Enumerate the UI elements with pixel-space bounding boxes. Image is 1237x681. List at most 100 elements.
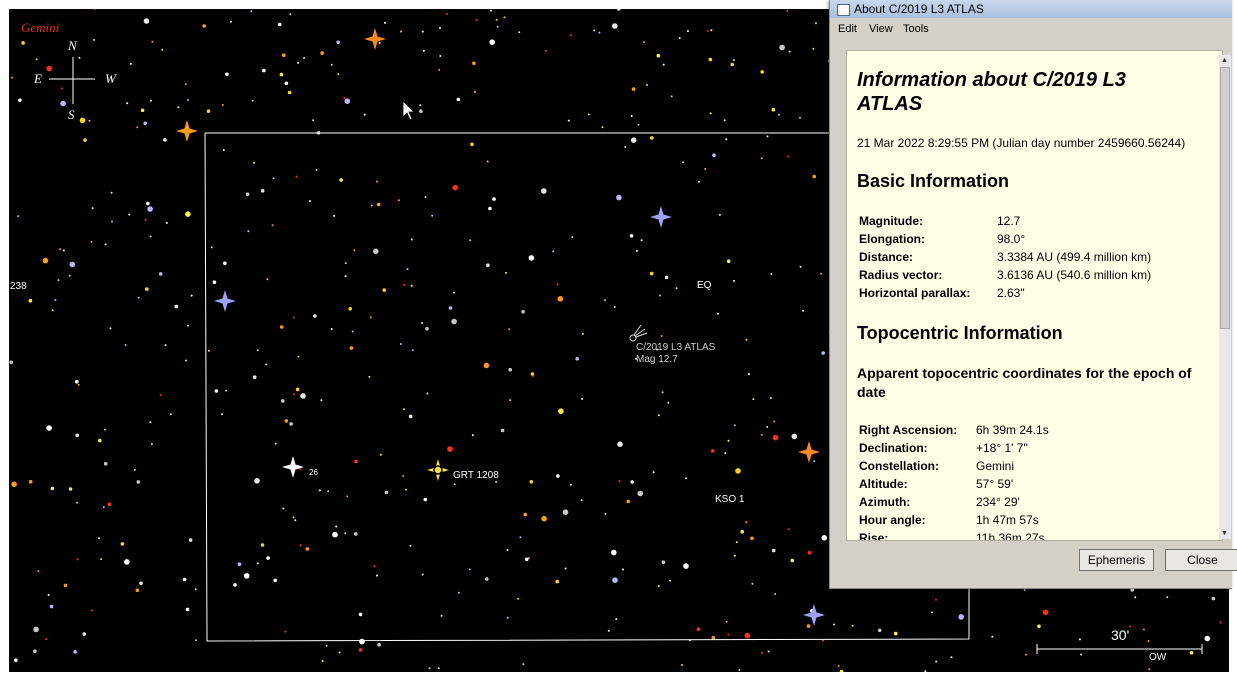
eq-label[interactable]: EQ bbox=[697, 280, 711, 291]
star[interactable] bbox=[552, 250, 555, 253]
star[interactable] bbox=[541, 515, 547, 522]
star[interactable] bbox=[544, 49, 547, 52]
star[interactable] bbox=[50, 486, 55, 491]
star[interactable] bbox=[129, 62, 132, 65]
star[interactable] bbox=[98, 438, 102, 443]
star[interactable] bbox=[617, 9, 621, 11]
star[interactable] bbox=[182, 577, 187, 582]
star[interactable] bbox=[470, 142, 474, 147]
star[interactable] bbox=[370, 204, 373, 207]
star[interactable] bbox=[445, 12, 448, 15]
star[interactable] bbox=[483, 362, 490, 369]
star[interactable] bbox=[344, 532, 347, 535]
star[interactable] bbox=[1142, 628, 1145, 631]
star[interactable] bbox=[732, 59, 735, 62]
star[interactable] bbox=[382, 288, 387, 292]
star[interactable] bbox=[284, 630, 287, 633]
star[interactable] bbox=[337, 73, 340, 76]
star[interactable] bbox=[14, 658, 18, 662]
star[interactable] bbox=[277, 22, 282, 27]
star[interactable] bbox=[802, 309, 805, 312]
star[interactable] bbox=[403, 283, 406, 286]
star[interactable] bbox=[761, 652, 763, 654]
star[interactable] bbox=[495, 481, 498, 483]
star[interactable] bbox=[428, 667, 431, 670]
star[interactable] bbox=[669, 579, 672, 582]
star[interactable] bbox=[575, 357, 579, 361]
star[interactable] bbox=[950, 656, 953, 659]
star[interactable] bbox=[104, 243, 107, 246]
star[interactable] bbox=[774, 593, 777, 595]
star[interactable] bbox=[128, 213, 131, 216]
star[interactable] bbox=[500, 428, 505, 433]
star[interactable] bbox=[471, 434, 474, 437]
star[interactable] bbox=[103, 461, 108, 466]
star[interactable] bbox=[54, 299, 57, 302]
star[interactable] bbox=[723, 119, 726, 122]
star[interactable] bbox=[893, 631, 898, 636]
star[interactable] bbox=[787, 528, 790, 531]
star[interactable] bbox=[82, 632, 87, 636]
star[interactable] bbox=[282, 53, 286, 57]
bright-star[interactable] bbox=[427, 459, 449, 481]
star[interactable] bbox=[177, 106, 180, 109]
grt-label[interactable]: GRT 1208 bbox=[453, 470, 499, 481]
star[interactable] bbox=[658, 294, 661, 297]
star[interactable] bbox=[528, 255, 535, 261]
star[interactable] bbox=[293, 393, 295, 396]
star[interactable] bbox=[557, 296, 564, 302]
star[interactable] bbox=[833, 623, 835, 626]
star[interactable] bbox=[612, 577, 618, 583]
star[interactable] bbox=[149, 235, 152, 238]
star[interactable] bbox=[279, 325, 284, 329]
star[interactable] bbox=[646, 84, 648, 86]
close-button[interactable]: Close bbox=[1165, 549, 1237, 571]
star[interactable] bbox=[256, 349, 259, 352]
star[interactable] bbox=[709, 112, 712, 115]
star[interactable] bbox=[635, 249, 638, 252]
star[interactable] bbox=[110, 191, 113, 194]
star[interactable] bbox=[799, 265, 802, 268]
star[interactable] bbox=[421, 30, 424, 33]
star[interactable] bbox=[617, 441, 623, 448]
star[interactable] bbox=[190, 294, 193, 297]
star[interactable] bbox=[613, 306, 616, 308]
star[interactable] bbox=[439, 26, 441, 29]
star[interactable] bbox=[206, 109, 211, 113]
star[interactable] bbox=[358, 648, 363, 652]
star[interactable] bbox=[733, 424, 736, 427]
star[interactable] bbox=[187, 99, 189, 101]
star[interactable] bbox=[76, 501, 78, 504]
star[interactable] bbox=[28, 298, 33, 303]
star[interactable] bbox=[772, 434, 779, 441]
star[interactable] bbox=[292, 516, 295, 519]
star[interactable] bbox=[143, 18, 150, 24]
star[interactable] bbox=[607, 629, 610, 632]
star[interactable] bbox=[529, 480, 534, 484]
star[interactable] bbox=[958, 614, 964, 620]
star[interactable] bbox=[335, 525, 338, 528]
star[interactable] bbox=[618, 480, 621, 483]
star[interactable] bbox=[295, 387, 300, 392]
star[interactable] bbox=[485, 577, 489, 581]
star[interactable] bbox=[284, 81, 289, 86]
star[interactable] bbox=[353, 249, 356, 252]
star[interactable] bbox=[1025, 653, 1027, 656]
comet-label[interactable]: C/2019 L3 ATLAS Mag 12.7 bbox=[636, 342, 715, 366]
star[interactable] bbox=[124, 559, 130, 565]
star[interactable] bbox=[289, 13, 292, 16]
star[interactable] bbox=[344, 98, 351, 104]
star[interactable] bbox=[622, 568, 625, 571]
star[interactable] bbox=[262, 68, 266, 73]
star[interactable] bbox=[767, 650, 770, 653]
star[interactable] bbox=[519, 536, 522, 539]
star[interactable] bbox=[564, 567, 567, 570]
star[interactable] bbox=[35, 58, 38, 61]
star[interactable] bbox=[726, 259, 731, 263]
star[interactable] bbox=[437, 667, 440, 670]
star[interactable] bbox=[223, 261, 227, 266]
star[interactable] bbox=[325, 644, 328, 647]
star[interactable] bbox=[315, 168, 318, 171]
star[interactable] bbox=[397, 199, 400, 202]
star[interactable] bbox=[815, 22, 817, 25]
